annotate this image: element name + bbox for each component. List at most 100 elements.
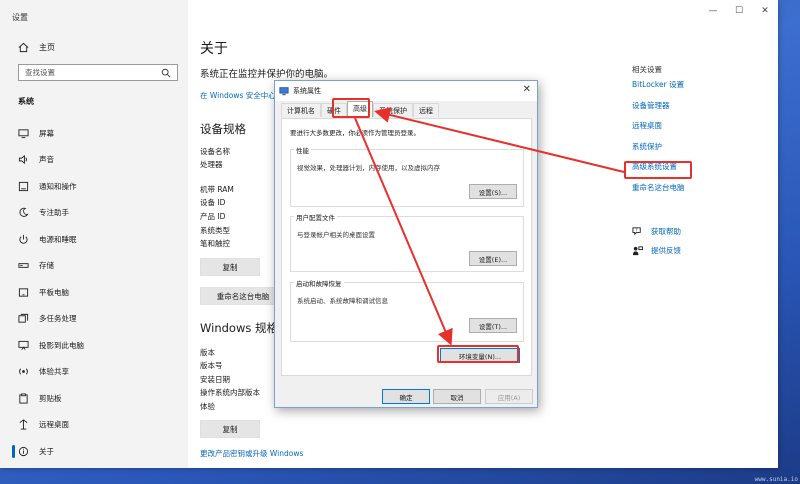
copy-device-specs-button[interactable]: 复制 bbox=[200, 258, 260, 276]
device-specs-title: 设备规格 bbox=[200, 122, 246, 136]
annotation-box-env-variables bbox=[437, 345, 519, 363]
annotation-box-advanced-settings bbox=[624, 161, 692, 179]
group-title: 性能 bbox=[294, 145, 311, 155]
spec-label: 设备 ID bbox=[200, 198, 226, 207]
copy-windows-specs-button[interactable]: 复制 bbox=[200, 420, 260, 438]
dialog-close-button[interactable]: ✕ bbox=[523, 84, 531, 95]
sidebar-item-focus-assist[interactable]: 专注助手 bbox=[0, 200, 188, 227]
windows-specs-title: Windows 规格 bbox=[200, 321, 278, 335]
sidebar-item-label: 通知和操作 bbox=[39, 181, 77, 191]
tablet-icon bbox=[18, 288, 29, 297]
sidebar-item-about[interactable]: 关于 bbox=[0, 438, 188, 465]
monitor-icon bbox=[18, 129, 29, 138]
window-controls: — ☐ ✕ bbox=[700, 6, 778, 16]
home-icon bbox=[18, 42, 29, 53]
sidebar-item-label: 存储 bbox=[39, 261, 54, 271]
feedback-icon bbox=[632, 246, 643, 256]
group-description: 与登录帐户相关的桌面设置 bbox=[297, 231, 375, 239]
nav-home-label: 主页 bbox=[39, 43, 55, 52]
group-title: 启动和故障恢复 bbox=[294, 278, 344, 288]
device-manager-link[interactable]: 设备管理器 bbox=[632, 100, 685, 121]
tab-system-protection[interactable]: 系统保护 bbox=[373, 103, 413, 117]
sidebar-item-remote-desktop[interactable]: 远程桌面 bbox=[0, 412, 188, 439]
spec-label: 安装日期 bbox=[200, 375, 230, 384]
upgrade-windows-link[interactable]: 更改产品密钥或升级 Windows bbox=[200, 448, 303, 459]
project-icon bbox=[18, 340, 29, 350]
spec-label: 产品 ID bbox=[200, 212, 226, 221]
sidebar-item-sound[interactable]: 声音 bbox=[0, 147, 188, 174]
performance-settings-button[interactable]: 设置(S)... bbox=[469, 184, 517, 199]
get-help-link[interactable]: ? 获取帮助 bbox=[632, 222, 681, 241]
user-profiles-settings-button[interactable]: 设置(E)... bbox=[469, 251, 517, 266]
rename-pc-link[interactable]: 重命名这台电脑 bbox=[632, 182, 685, 203]
sidebar-item-label: 投影到此电脑 bbox=[39, 340, 84, 350]
close-button[interactable]: ✕ bbox=[752, 6, 778, 16]
sidebar-item-notifications[interactable]: 通知和操作 bbox=[0, 173, 188, 200]
multitask-icon bbox=[18, 314, 29, 323]
annotation-box-advanced-tab bbox=[332, 98, 370, 118]
sidebar-item-label: 关于 bbox=[39, 446, 54, 456]
startup-recovery-settings-button[interactable]: 设置(T)... bbox=[469, 318, 517, 333]
nav-list: 屏幕 声音 通知和操作 专注助手 电源和睡眠 存储 平板电脑 多任务处理 投影到… bbox=[0, 120, 188, 465]
ok-button[interactable]: 确定 bbox=[382, 389, 430, 404]
clipboard-icon bbox=[19, 393, 28, 404]
sidebar-item-display[interactable]: 屏幕 bbox=[0, 120, 188, 147]
spec-label: 版本 bbox=[200, 348, 215, 357]
spec-label: 版本号 bbox=[200, 361, 223, 370]
watermark: www.sunia.io bbox=[754, 476, 798, 483]
tab-computer-name[interactable]: 计算机名 bbox=[281, 103, 321, 117]
group-title: 用户配置文件 bbox=[294, 212, 337, 222]
sidebar-item-storage[interactable]: 存储 bbox=[0, 253, 188, 280]
tab-remote[interactable]: 远程 bbox=[413, 103, 439, 117]
related-settings: 相关设置 BitLocker 设置 设备管理器 远程桌面 系统保护 高级系统设置… bbox=[632, 64, 685, 203]
computer-icon bbox=[279, 87, 289, 96]
dialog-titlebar[interactable]: 系统属性 ✕ bbox=[275, 81, 537, 101]
sidebar-item-label: 体验共享 bbox=[39, 367, 69, 377]
dialog-title: 系统属性 bbox=[293, 87, 321, 95]
sidebar-item-label: 专注助手 bbox=[39, 208, 69, 218]
sidebar-item-label: 平板电脑 bbox=[39, 287, 69, 297]
sidebar-item-label: 声音 bbox=[39, 155, 54, 165]
help-section: ? 获取帮助 提供反馈 bbox=[632, 222, 681, 260]
advanced-tab-panel: 要进行大多数更改，你必须作为管理员登录。 性能 视觉效果，处理器计划，内存使用，… bbox=[281, 118, 532, 376]
window-title: 设置 bbox=[12, 13, 28, 22]
bitlocker-settings-link[interactable]: BitLocker 设置 bbox=[632, 79, 685, 100]
cancel-button[interactable]: 取消 bbox=[433, 389, 481, 404]
notification-icon bbox=[18, 181, 29, 191]
sidebar: 设置 主页 系统 屏幕 声音 通知和操作 专注 bbox=[0, 0, 188, 468]
spec-label: 系统类型 bbox=[200, 226, 230, 235]
share-icon bbox=[19, 368, 28, 375]
sidebar-item-label: 剪贴板 bbox=[39, 393, 62, 403]
sidebar-item-tablet[interactable]: 平板电脑 bbox=[0, 279, 188, 306]
sidebar-item-project[interactable]: 投影到此电脑 bbox=[0, 332, 188, 359]
feedback-label: 提供反馈 bbox=[651, 246, 681, 255]
moon-icon bbox=[19, 207, 29, 218]
maximize-button[interactable]: ☐ bbox=[726, 6, 752, 16]
speaker-icon bbox=[18, 155, 27, 165]
spec-label: 处理器 bbox=[200, 160, 223, 169]
user-profiles-group: 用户配置文件 与登录帐户相关的桌面设置 设置(E)... bbox=[290, 212, 524, 272]
feedback-link[interactable]: 提供反馈 bbox=[632, 241, 681, 260]
storage-icon bbox=[18, 263, 29, 269]
minimize-button[interactable]: — bbox=[700, 6, 726, 16]
sidebar-item-label: 电源和睡眠 bbox=[39, 234, 77, 244]
security-center-link[interactable]: 在 Windows 安全中心 bbox=[200, 90, 276, 101]
sidebar-item-power[interactable]: 电源和睡眠 bbox=[0, 226, 188, 253]
spec-label: 机带 RAM bbox=[200, 185, 234, 194]
apply-button[interactable]: 应用(A) bbox=[485, 389, 533, 404]
nav-home[interactable]: 主页 bbox=[18, 42, 55, 53]
remote-desktop-link[interactable]: 远程桌面 bbox=[632, 120, 685, 141]
system-protection-link[interactable]: 系统保护 bbox=[632, 141, 685, 162]
sidebar-item-multitasking[interactable]: 多任务处理 bbox=[0, 306, 188, 333]
search-box[interactable] bbox=[18, 64, 178, 81]
search-input[interactable] bbox=[25, 68, 161, 77]
sidebar-item-clipboard[interactable]: 剪贴板 bbox=[0, 385, 188, 412]
performance-group: 性能 视觉效果，处理器计划，内存使用，以及虚拟内存 设置(S)... bbox=[290, 145, 524, 207]
protection-status: 系统正在监控并保护你的电脑。 bbox=[200, 69, 334, 80]
spec-label: 设备名称 bbox=[200, 147, 230, 156]
section-label-system: 系统 bbox=[18, 97, 34, 106]
help-icon: ? bbox=[632, 227, 641, 236]
get-help-label: 获取帮助 bbox=[651, 227, 681, 236]
sidebar-item-shared-experiences[interactable]: 体验共享 bbox=[0, 359, 188, 386]
startup-recovery-group: 启动和故障恢复 系统启动、系统故障和调试信息 设置(T)... bbox=[290, 278, 524, 342]
